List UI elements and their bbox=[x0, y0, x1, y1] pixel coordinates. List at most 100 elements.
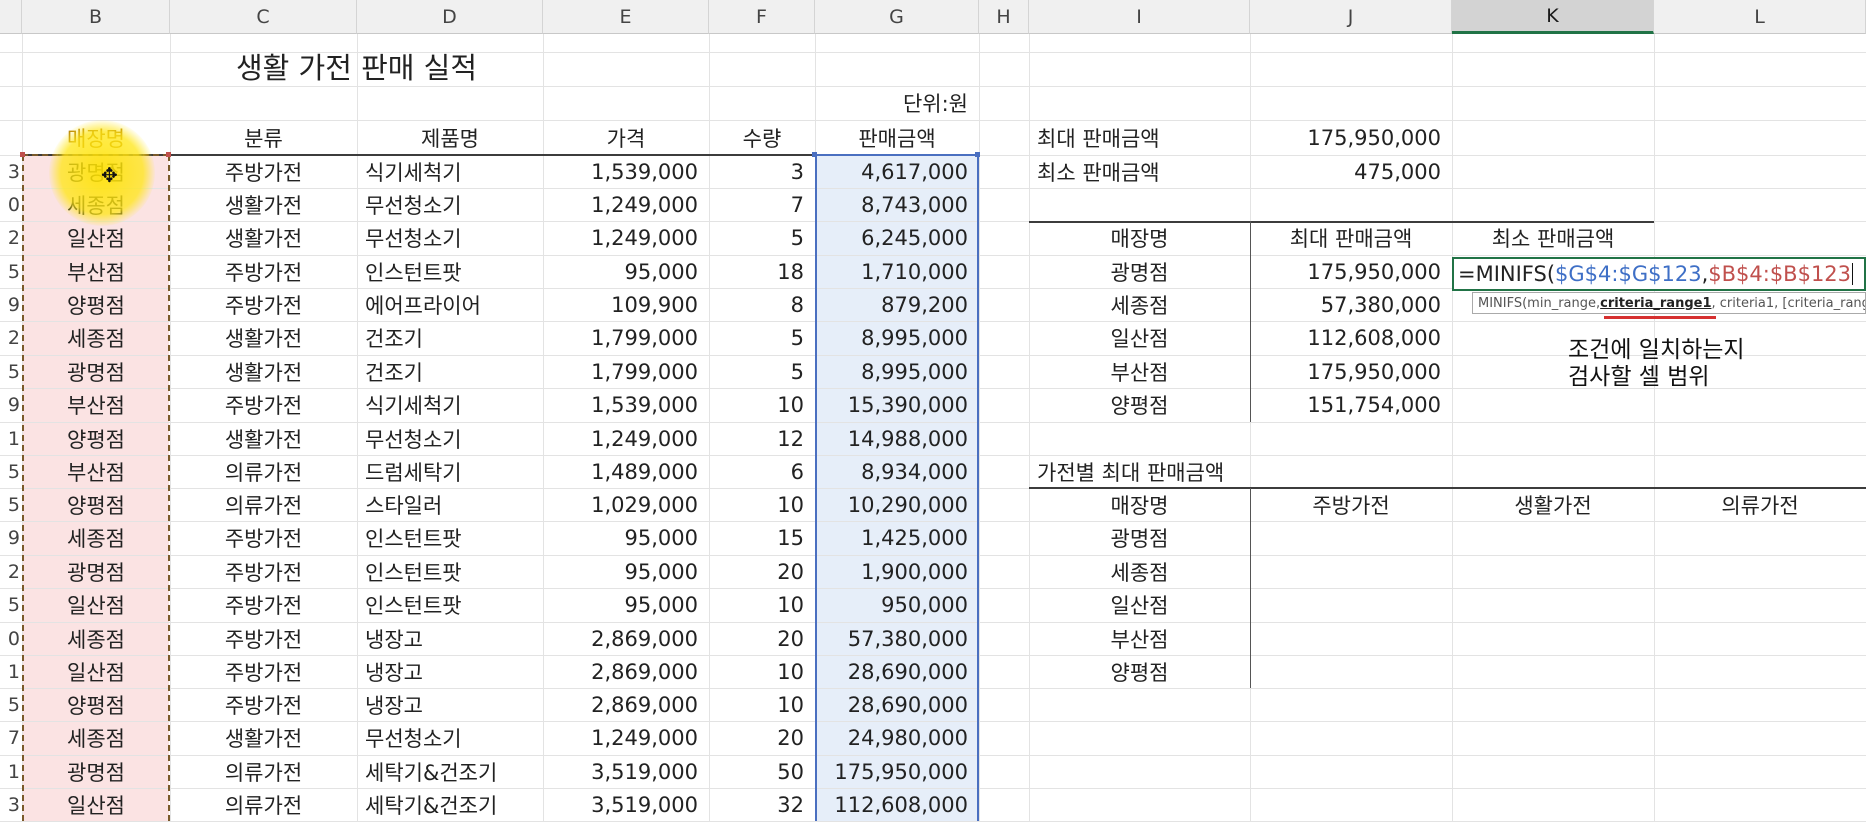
table-cell[interactable]: 무선청소기 bbox=[357, 188, 543, 221]
store-table-header[interactable]: 매장명 bbox=[1029, 221, 1250, 255]
store-table-header[interactable]: 최소 판매금액 bbox=[1452, 221, 1654, 255]
table-cell[interactable]: 10 bbox=[709, 588, 815, 622]
table-cell[interactable]: 1,539,000 bbox=[543, 388, 709, 422]
table-cell[interactable]: 부산점 bbox=[22, 388, 170, 422]
table-header[interactable]: 수량 bbox=[709, 120, 815, 155]
table-cell[interactable]: 세종점 bbox=[22, 521, 170, 555]
appliance-store-name[interactable]: 일산점 bbox=[1029, 588, 1250, 622]
table-cell[interactable]: 생활가전 bbox=[170, 188, 357, 221]
table-cell[interactable]: 무선청소기 bbox=[357, 721, 543, 755]
table-cell[interactable]: 식기세척기 bbox=[357, 155, 543, 188]
table-cell[interactable]: 광명점 bbox=[22, 355, 170, 388]
table-cell[interactable]: 3 bbox=[709, 155, 815, 188]
appliance-store-name[interactable]: 광명점 bbox=[1029, 521, 1250, 555]
table-cell[interactable]: 주방가전 bbox=[170, 588, 357, 622]
table-cell[interactable]: 15 bbox=[709, 521, 815, 555]
table-cell[interactable]: 일산점 bbox=[22, 788, 170, 821]
table-cell[interactable]: 14,988,000 bbox=[815, 422, 979, 455]
column-header-i[interactable]: I bbox=[1029, 0, 1250, 34]
table-cell[interactable]: 5 bbox=[709, 221, 815, 255]
appliance-table-header[interactable]: 생활가전 bbox=[1452, 488, 1654, 521]
table-cell[interactable]: 식기세척기 bbox=[357, 388, 543, 422]
table-cell[interactable]: 57,380,000 bbox=[815, 622, 979, 655]
table-cell[interactable]: 1,249,000 bbox=[543, 188, 709, 221]
table-cell[interactable]: 일산점 bbox=[22, 221, 170, 255]
store-name[interactable]: 양평점 bbox=[1029, 388, 1250, 422]
table-cell[interactable]: 세탁기&건조기 bbox=[357, 788, 543, 821]
column-header-l[interactable]: L bbox=[1654, 0, 1866, 34]
table-cell[interactable]: 일산점 bbox=[22, 655, 170, 688]
store-name[interactable]: 부산점 bbox=[1029, 355, 1250, 388]
table-cell[interactable]: 95,000 bbox=[543, 521, 709, 555]
column-header-b[interactable]: B bbox=[22, 0, 170, 34]
table-cell[interactable]: 세종점 bbox=[22, 721, 170, 755]
table-cell[interactable]: 1,029,000 bbox=[543, 488, 709, 521]
table-cell[interactable]: 1,249,000 bbox=[543, 221, 709, 255]
table-cell[interactable]: 950,000 bbox=[815, 588, 979, 622]
table-cell[interactable]: 20 bbox=[709, 721, 815, 755]
table-cell[interactable]: 2,869,000 bbox=[543, 688, 709, 721]
store-max-sales[interactable]: 175,950,000 bbox=[1250, 255, 1452, 288]
table-header[interactable]: 판매금액 bbox=[815, 120, 979, 155]
table-cell[interactable]: 주방가전 bbox=[170, 288, 357, 321]
table-cell[interactable]: 8,995,000 bbox=[815, 321, 979, 355]
table-cell[interactable]: 3,519,000 bbox=[543, 788, 709, 821]
max-sales-label[interactable]: 최대 판매금액 bbox=[1029, 120, 1250, 155]
table-cell[interactable]: 광명점 bbox=[22, 555, 170, 588]
table-cell[interactable]: 15,390,000 bbox=[815, 388, 979, 422]
store-name[interactable]: 일산점 bbox=[1029, 321, 1250, 355]
table-cell[interactable]: 20 bbox=[709, 622, 815, 655]
table-cell[interactable]: 112,608,000 bbox=[815, 788, 979, 821]
table-cell[interactable]: 주방가전 bbox=[170, 688, 357, 721]
table-cell[interactable]: 주방가전 bbox=[170, 622, 357, 655]
table-cell[interactable]: 부산점 bbox=[22, 455, 170, 488]
table-cell[interactable]: 50 bbox=[709, 755, 815, 788]
table-cell[interactable]: 1,539,000 bbox=[543, 155, 709, 188]
table-cell[interactable]: 95,000 bbox=[543, 588, 709, 622]
table-cell[interactable]: 생활가전 bbox=[170, 221, 357, 255]
table-cell[interactable]: 에어프라이어 bbox=[357, 288, 543, 321]
table-cell[interactable]: 8,995,000 bbox=[815, 355, 979, 388]
table-cell[interactable]: 인스턴트팟 bbox=[357, 555, 543, 588]
max-sales-value[interactable]: 175,950,000 bbox=[1250, 120, 1452, 155]
table-cell[interactable]: 32 bbox=[709, 788, 815, 821]
table-cell[interactable]: 1,489,000 bbox=[543, 455, 709, 488]
table-cell[interactable]: 인스턴트팟 bbox=[357, 521, 543, 555]
table-cell[interactable]: 10 bbox=[709, 688, 815, 721]
appliance-table-header[interactable]: 주방가전 bbox=[1250, 488, 1452, 521]
table-cell[interactable]: 18 bbox=[709, 255, 815, 288]
table-cell[interactable]: 의류가전 bbox=[170, 788, 357, 821]
table-cell[interactable]: 8,934,000 bbox=[815, 455, 979, 488]
table-cell[interactable]: 세종점 bbox=[22, 622, 170, 655]
table-cell[interactable]: 1,249,000 bbox=[543, 422, 709, 455]
table-cell[interactable]: 생활가전 bbox=[170, 721, 357, 755]
table-cell[interactable]: 175,950,000 bbox=[815, 755, 979, 788]
table-cell[interactable]: 8 bbox=[709, 288, 815, 321]
table-cell[interactable]: 세종점 bbox=[22, 321, 170, 355]
table-cell[interactable]: 10 bbox=[709, 488, 815, 521]
table-cell[interactable]: 5 bbox=[709, 321, 815, 355]
table-cell[interactable]: 생활가전 bbox=[170, 355, 357, 388]
table-cell[interactable]: 의류가전 bbox=[170, 455, 357, 488]
table-cell[interactable]: 생활가전 bbox=[170, 321, 357, 355]
table-cell[interactable]: 무선청소기 bbox=[357, 221, 543, 255]
table-cell[interactable]: 10,290,000 bbox=[815, 488, 979, 521]
appliance-table-header[interactable]: 매장명 bbox=[1029, 488, 1250, 521]
table-cell[interactable]: 20 bbox=[709, 555, 815, 588]
table-cell[interactable]: 의류가전 bbox=[170, 755, 357, 788]
column-header-j[interactable]: J bbox=[1250, 0, 1452, 34]
table-cell[interactable]: 2,869,000 bbox=[543, 655, 709, 688]
table-cell[interactable]: 12 bbox=[709, 422, 815, 455]
table-cell[interactable]: 2,869,000 bbox=[543, 622, 709, 655]
min-sales-label[interactable]: 최소 판매금액 bbox=[1029, 155, 1250, 188]
column-header-h[interactable]: H bbox=[979, 0, 1029, 34]
table-cell[interactable]: 생활가전 bbox=[170, 422, 357, 455]
table-cell[interactable]: 주방가전 bbox=[170, 655, 357, 688]
table-cell[interactable]: 세탁기&건조기 bbox=[357, 755, 543, 788]
column-header-k[interactable]: K bbox=[1452, 0, 1654, 34]
store-name[interactable]: 광명점 bbox=[1029, 255, 1250, 288]
formula-edit-cell[interactable]: =MINIFS($G$4:$G$123,$B$4:$B$123 bbox=[1452, 257, 1866, 291]
store-table-header[interactable]: 최대 판매금액 bbox=[1250, 221, 1452, 255]
store-name[interactable]: 세종점 bbox=[1029, 288, 1250, 321]
store-max-sales[interactable]: 175,950,000 bbox=[1250, 355, 1452, 388]
